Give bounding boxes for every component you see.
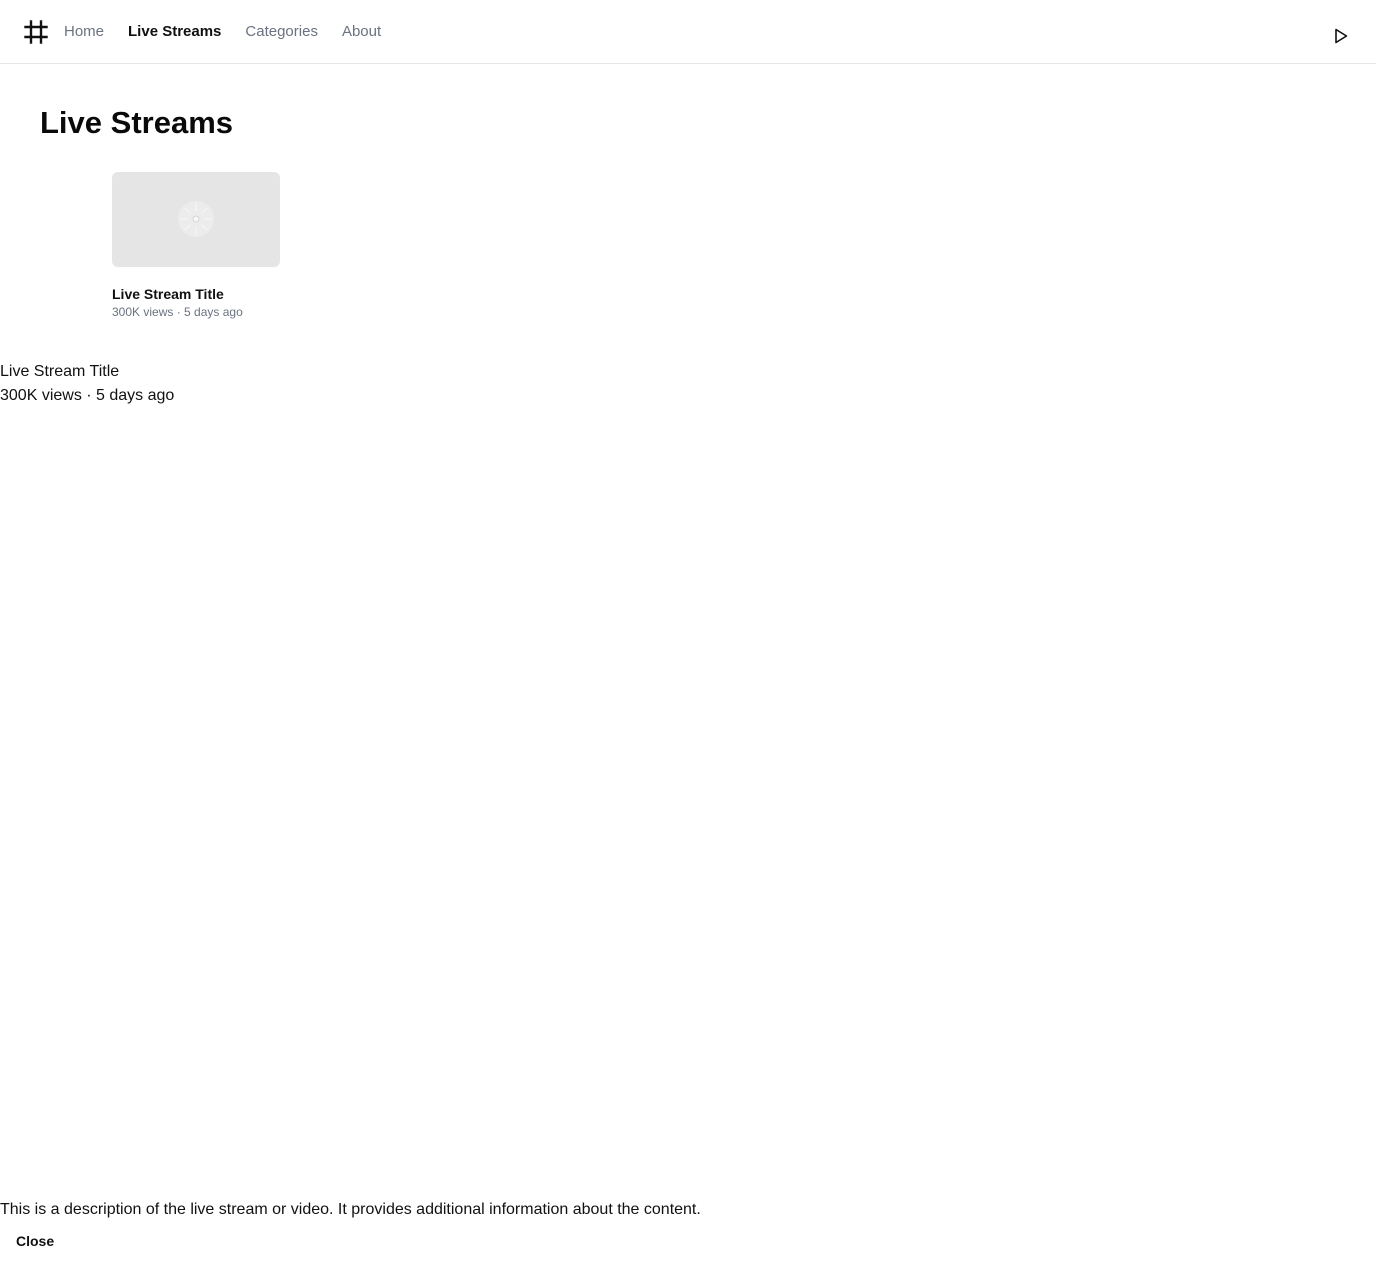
close-button[interactable]: Close (16, 1232, 54, 1250)
top-navigation-bar: Home Live Streams Categories About (0, 0, 1376, 64)
main-nav: Home Live Streams Categories About (64, 22, 381, 42)
loading-spinner-icon (178, 201, 214, 237)
nav-link-about[interactable]: About (342, 22, 381, 42)
stream-detail-description: This is a description of the live stream… (0, 1201, 701, 1218)
nav-link-categories[interactable]: Categories (245, 22, 318, 42)
page-title: Live Streams (40, 105, 233, 140)
play-icon[interactable] (1334, 28, 1348, 44)
stream-card-meta: 300K views · 5 days ago (112, 305, 243, 319)
nav-link-live-streams[interactable]: Live Streams (128, 22, 221, 42)
stream-detail-title: Live Stream Title (0, 363, 120, 380)
stream-card[interactable]: Live Stream Title 300K views · 5 days ag… (112, 172, 280, 320)
stream-detail-meta: 300K views · 5 days ago (0, 387, 175, 404)
stream-card-title[interactable]: Live Stream Title (112, 285, 280, 303)
nav-link-home[interactable]: Home (64, 22, 104, 42)
stream-thumbnail[interactable] (112, 172, 280, 267)
hash-icon[interactable] (24, 20, 48, 44)
